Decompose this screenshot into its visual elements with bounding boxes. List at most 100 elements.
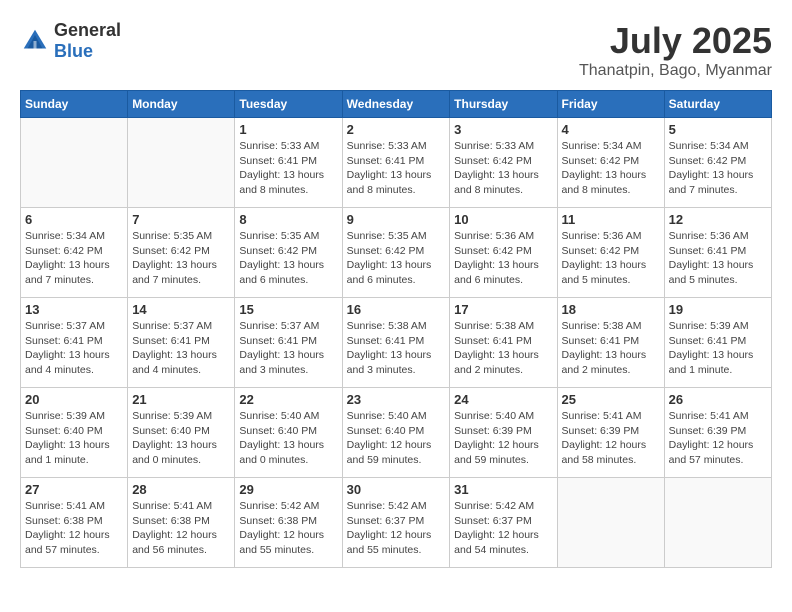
day-info: Sunrise: 5:42 AM Sunset: 6:38 PM Dayligh… <box>239 499 337 558</box>
day-info: Sunrise: 5:40 AM Sunset: 6:40 PM Dayligh… <box>239 409 337 468</box>
day-info: Sunrise: 5:34 AM Sunset: 6:42 PM Dayligh… <box>25 229 123 288</box>
calendar-cell: 31Sunrise: 5:42 AM Sunset: 6:37 PM Dayli… <box>450 478 557 568</box>
day-info: Sunrise: 5:33 AM Sunset: 6:41 PM Dayligh… <box>239 139 337 198</box>
day-info: Sunrise: 5:41 AM Sunset: 6:38 PM Dayligh… <box>132 499 230 558</box>
day-info: Sunrise: 5:39 AM Sunset: 6:40 PM Dayligh… <box>132 409 230 468</box>
calendar-cell: 14 Sunrise: 5:37 AM Sunset: 6:41 PM Dayli… <box>128 298 235 388</box>
calendar-cell: 23 Sunrise: 5:40 AM Sunset: 6:40 PM Dayli… <box>342 388 450 478</box>
day-info: Sunrise: 5:35 AM Sunset: 6:42 PM Dayligh… <box>347 229 446 288</box>
calendar-cell <box>128 118 235 208</box>
day-number: 1 <box>239 122 337 137</box>
day-number: 29 <box>239 482 337 497</box>
logo: General Blue <box>20 20 121 62</box>
calendar-cell: 11Sunrise: 5:36 AM Sunset: 6:42 PM Dayli… <box>557 208 664 298</box>
day-number: 22 <box>239 392 337 407</box>
day-number: 18 <box>562 302 660 317</box>
calendar-cell <box>557 478 664 568</box>
calendar-cell: 8 Sunrise: 5:35 AM Sunset: 6:42 PM Daylig… <box>235 208 342 298</box>
day-number: 15 <box>239 302 337 317</box>
day-info: Sunrise: 5:34 AM Sunset: 6:42 PM Dayligh… <box>562 139 660 198</box>
day-number: 7 <box>132 212 230 227</box>
calendar-cell: 27Sunrise: 5:41 AM Sunset: 6:38 PM Dayli… <box>21 478 128 568</box>
day-number: 9 <box>347 212 446 227</box>
day-number: 23 <box>347 392 446 407</box>
day-info: Sunrise: 5:40 AM Sunset: 6:39 PM Dayligh… <box>454 409 552 468</box>
weekday-header: Wednesday <box>342 91 450 118</box>
day-info: Sunrise: 5:38 AM Sunset: 6:41 PM Dayligh… <box>454 319 552 378</box>
day-number: 30 <box>347 482 446 497</box>
day-number: 5 <box>669 122 767 137</box>
day-number: 3 <box>454 122 552 137</box>
day-info: Sunrise: 5:37 AM Sunset: 6:41 PM Dayligh… <box>132 319 230 378</box>
day-number: 24 <box>454 392 552 407</box>
calendar-week-row: 6 Sunrise: 5:34 AM Sunset: 6:42 PM Daylig… <box>21 208 772 298</box>
calendar-cell: 4 Sunrise: 5:34 AM Sunset: 6:42 PM Daylig… <box>557 118 664 208</box>
calendar-cell: 3 Sunrise: 5:33 AM Sunset: 6:42 PM Daylig… <box>450 118 557 208</box>
calendar-cell: 9 Sunrise: 5:35 AM Sunset: 6:42 PM Daylig… <box>342 208 450 298</box>
calendar-cell: 28Sunrise: 5:41 AM Sunset: 6:38 PM Dayli… <box>128 478 235 568</box>
day-number: 2 <box>347 122 446 137</box>
day-info: Sunrise: 5:35 AM Sunset: 6:42 PM Dayligh… <box>239 229 337 288</box>
calendar-cell: 1 Sunrise: 5:33 AM Sunset: 6:41 PM Daylig… <box>235 118 342 208</box>
weekday-header: Saturday <box>664 91 771 118</box>
calendar-cell: 26 Sunrise: 5:41 AM Sunset: 6:39 PM Dayli… <box>664 388 771 478</box>
weekday-header: Tuesday <box>235 91 342 118</box>
calendar-week-row: 1 Sunrise: 5:33 AM Sunset: 6:41 PM Daylig… <box>21 118 772 208</box>
day-number: 14 <box>132 302 230 317</box>
calendar-table: SundayMondayTuesdayWednesdayThursdayFrid… <box>20 90 772 568</box>
calendar-cell <box>664 478 771 568</box>
day-info: Sunrise: 5:40 AM Sunset: 6:40 PM Dayligh… <box>347 409 446 468</box>
day-number: 21 <box>132 392 230 407</box>
calendar-header-row: SundayMondayTuesdayWednesdayThursdayFrid… <box>21 91 772 118</box>
page-header: General Blue July 2025 Thanatpin, Bago, … <box>20 20 772 80</box>
logo-blue: Blue <box>54 41 93 61</box>
calendar-cell: 22 Sunrise: 5:40 AM Sunset: 6:40 PM Dayli… <box>235 388 342 478</box>
calendar-cell: 24 Sunrise: 5:40 AM Sunset: 6:39 PM Dayli… <box>450 388 557 478</box>
weekday-header: Thursday <box>450 91 557 118</box>
month-title: July 2025 <box>579 20 772 62</box>
calendar-cell: 29 Sunrise: 5:42 AM Sunset: 6:38 PM Dayli… <box>235 478 342 568</box>
calendar-cell: 21 Sunrise: 5:39 AM Sunset: 6:40 PM Dayli… <box>128 388 235 478</box>
day-info: Sunrise: 5:34 AM Sunset: 6:42 PM Dayligh… <box>669 139 767 198</box>
day-number: 8 <box>239 212 337 227</box>
calendar-cell: 25Sunrise: 5:41 AM Sunset: 6:39 PM Dayli… <box>557 388 664 478</box>
day-info: Sunrise: 5:38 AM Sunset: 6:41 PM Dayligh… <box>347 319 446 378</box>
calendar-cell: 10 Sunrise: 5:36 AM Sunset: 6:42 PM Dayli… <box>450 208 557 298</box>
day-number: 16 <box>347 302 446 317</box>
day-info: Sunrise: 5:35 AM Sunset: 6:42 PM Dayligh… <box>132 229 230 288</box>
weekday-header: Monday <box>128 91 235 118</box>
calendar-cell: 15 Sunrise: 5:37 AM Sunset: 6:41 PM Dayli… <box>235 298 342 388</box>
calendar-cell: 19Sunrise: 5:39 AM Sunset: 6:41 PM Dayli… <box>664 298 771 388</box>
calendar-cell: 6 Sunrise: 5:34 AM Sunset: 6:42 PM Daylig… <box>21 208 128 298</box>
calendar-week-row: 20Sunrise: 5:39 AM Sunset: 6:40 PM Dayli… <box>21 388 772 478</box>
day-number: 26 <box>669 392 767 407</box>
calendar-cell <box>21 118 128 208</box>
calendar-cell: 30 Sunrise: 5:42 AM Sunset: 6:37 PM Dayli… <box>342 478 450 568</box>
day-number: 25 <box>562 392 660 407</box>
day-info: Sunrise: 5:41 AM Sunset: 6:39 PM Dayligh… <box>669 409 767 468</box>
day-number: 4 <box>562 122 660 137</box>
calendar-week-row: 13Sunrise: 5:37 AM Sunset: 6:41 PM Dayli… <box>21 298 772 388</box>
day-number: 27 <box>25 482 123 497</box>
day-info: Sunrise: 5:36 AM Sunset: 6:41 PM Dayligh… <box>669 229 767 288</box>
calendar-cell: 16 Sunrise: 5:38 AM Sunset: 6:41 PM Dayli… <box>342 298 450 388</box>
calendar-cell: 12 Sunrise: 5:36 AM Sunset: 6:41 PM Dayli… <box>664 208 771 298</box>
calendar-week-row: 27 Sunrise: 5:41 AM Sunset: 6:38 PM Dayli… <box>21 478 772 568</box>
calendar-cell: 5 Sunrise: 5:34 AM Sunset: 6:42 PM Daylig… <box>664 118 771 208</box>
day-info: Sunrise: 5:37 AM Sunset: 6:41 PM Dayligh… <box>239 319 337 378</box>
calendar-cell: 2 Sunrise: 5:33 AM Sunset: 6:41 PM Daylig… <box>342 118 450 208</box>
logo-general: General <box>54 20 121 40</box>
title-block: July 2025 Thanatpin, Bago, Myanmar <box>579 20 772 80</box>
day-number: 12 <box>669 212 767 227</box>
day-info: Sunrise: 5:36 AM Sunset: 6:42 PM Dayligh… <box>454 229 552 288</box>
day-info: Sunrise: 5:42 AM Sunset: 6:37 PM Dayligh… <box>347 499 446 558</box>
weekday-header: Sunday <box>21 91 128 118</box>
calendar-cell: 18Sunrise: 5:38 AM Sunset: 6:41 PM Dayli… <box>557 298 664 388</box>
day-info: Sunrise: 5:33 AM Sunset: 6:42 PM Dayligh… <box>454 139 552 198</box>
location-title: Thanatpin, Bago, Myanmar <box>579 62 772 80</box>
day-number: 6 <box>25 212 123 227</box>
day-info: Sunrise: 5:42 AM Sunset: 6:37 PM Dayligh… <box>454 499 552 558</box>
day-info: Sunrise: 5:33 AM Sunset: 6:41 PM Dayligh… <box>347 139 446 198</box>
day-number: 10 <box>454 212 552 227</box>
day-info: Sunrise: 5:36 AM Sunset: 6:42 PM Dayligh… <box>562 229 660 288</box>
